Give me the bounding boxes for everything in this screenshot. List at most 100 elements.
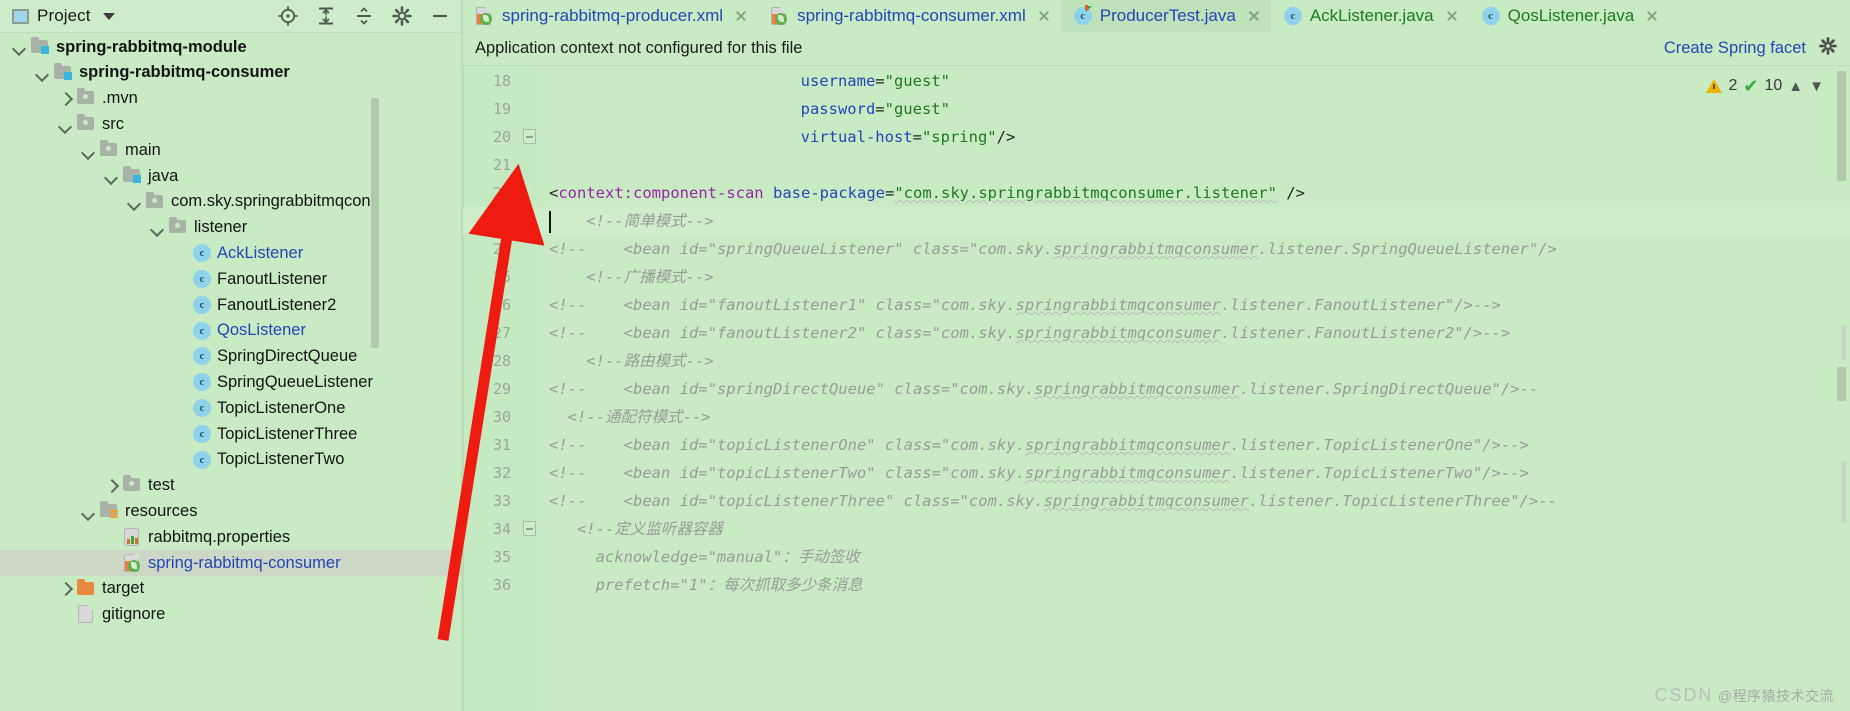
chevron-down-icon[interactable] <box>127 194 142 209</box>
code-line[interactable]: 20 virtual-host="spring"/> <box>463 123 1850 151</box>
editor-error-stripe-b[interactable] <box>1841 325 1846 360</box>
tree-item-mvn[interactable]: .mvn <box>0 86 461 112</box>
tree-item-springqueuelistener[interactable]: c SpringQueueListener <box>0 369 461 395</box>
code-line[interactable]: 28 <!--路由模式--> <box>463 347 1850 375</box>
project-tree[interactable]: spring-rabbitmq-module spring-rabbitmq-co… <box>0 33 461 627</box>
tree-item-acklistener[interactable]: c AckListener <box>0 240 461 266</box>
code-line[interactable]: 18 username="guest" <box>463 67 1850 95</box>
project-tree-scrollbar[interactable] <box>371 98 379 348</box>
editor-tab-label: spring-rabbitmq-consumer.xml <box>797 6 1026 25</box>
tree-item-spring-rabbitmq-consumer[interactable]: spring-rabbitmq-consumer <box>0 60 461 86</box>
tree-item-java[interactable]: java <box>0 163 461 189</box>
code-line[interactable]: 34 <!--定义监听器容器 <box>463 515 1850 543</box>
code-token: <!-- <bean id="springQueueListener" clas… <box>549 240 1053 258</box>
inspection-widget[interactable]: 2 ✔ 10 ▲ ▼ <box>1706 77 1824 95</box>
editor-error-stripe-a[interactable] <box>1841 462 1846 522</box>
code-line[interactable]: 22 <context:component-scan base-package="… <box>463 179 1850 207</box>
chevron-down-icon[interactable] <box>35 65 50 80</box>
close-icon[interactable] <box>734 9 748 23</box>
tree-item-com-sky-springrabbitmqcon[interactable]: com.sky.springrabbitmqcon <box>0 189 461 215</box>
tree-item-fanoutlistener2[interactable]: c FanoutListener2 <box>0 292 461 318</box>
close-icon[interactable] <box>1037 9 1051 23</box>
code-fold-icon[interactable] <box>523 129 536 144</box>
tree-item-topiclistenerone[interactable]: c TopicListenerOne <box>0 395 461 421</box>
tree-item-qoslistener[interactable]: c QosListener <box>0 318 461 344</box>
java-class-icon: c <box>190 424 212 444</box>
locate-icon[interactable] <box>277 5 299 27</box>
chevron-down-icon[interactable] <box>150 220 165 235</box>
expand-all-icon[interactable] <box>315 5 337 27</box>
tree-item-fanoutlistener[interactable]: c FanoutListener <box>0 266 461 292</box>
editor-tab-qoslistener-java[interactable]: c QosListener.java <box>1469 0 1670 32</box>
line-number: 19 <box>492 100 511 118</box>
tree-item-main[interactable]: main <box>0 137 461 163</box>
chevron-right-icon[interactable] <box>104 478 119 493</box>
code-line[interactable]: 32 <!-- <bean id="topicListenerTwo" class… <box>463 459 1850 487</box>
chevron-down-icon[interactable]: ▼ <box>1809 78 1824 95</box>
code-line[interactable]: 25 <!--广播模式--> <box>463 263 1850 291</box>
code-line[interactable]: 33 <!-- <bean id="topicListenerThree" cla… <box>463 487 1850 515</box>
tree-item-gitignore[interactable]: gitignore <box>0 602 461 628</box>
gear-icon[interactable] <box>391 5 413 27</box>
editor-tab-spring-rabbitmq-consumer-xml[interactable]: < spring-rabbitmq-consumer.xml <box>758 0 1061 32</box>
code-line[interactable]: 24 <!-- <bean id="springQueueListener" cl… <box>463 235 1850 263</box>
tree-item-spring-rabbitmq-module[interactable]: spring-rabbitmq-module <box>0 34 461 60</box>
tree-item-test[interactable]: test <box>0 473 461 499</box>
tree-item-springdirectqueue[interactable]: c SpringDirectQueue <box>0 344 461 370</box>
code-editor[interactable]: 18 username="guest" 19 password="guest" 20 vi… <box>463 67 1850 711</box>
tree-item-topiclistenerthree[interactable]: c TopicListenerThree <box>0 421 461 447</box>
code-line[interactable]: 21 <box>463 151 1850 179</box>
notification-message: Application context not configured for t… <box>475 39 803 57</box>
collapse-all-icon[interactable] <box>353 5 375 27</box>
code-line[interactable]: 31 <!-- <bean id="topicListenerOne" class… <box>463 431 1850 459</box>
chevron-down-icon[interactable] <box>12 39 27 54</box>
tree-item-listener[interactable]: listener <box>0 215 461 241</box>
code-token: "spring" <box>921 128 997 146</box>
editor-scrollbar-thumb[interactable] <box>1837 71 1846 181</box>
tree-item-label: spring-rabbitmq-module <box>56 37 247 56</box>
minimize-icon[interactable] <box>429 5 451 27</box>
close-icon[interactable] <box>1247 9 1261 23</box>
chevron-up-icon[interactable]: ▲ <box>1788 78 1803 95</box>
close-icon[interactable] <box>1445 9 1459 23</box>
tree-item-label: TopicListenerThree <box>217 424 358 443</box>
code-line[interactable]: 35 acknowledge="manual"：手动签收 <box>463 543 1850 571</box>
tree-item-label: SpringDirectQueue <box>217 347 358 366</box>
tree-item-src[interactable]: src <box>0 111 461 137</box>
tree-item-resources[interactable]: resources <box>0 498 461 524</box>
properties-file-icon <box>121 527 143 547</box>
code-line[interactable]: 19 password="guest" <box>463 95 1850 123</box>
code-lines-container[interactable]: 18 username="guest" 19 password="guest" 20 vi… <box>463 67 1850 711</box>
chevron-down-icon[interactable] <box>102 12 115 20</box>
code-line-text: prefetch="1"：每次抓取多少条消息 <box>596 571 863 599</box>
line-number: 31 <box>492 436 511 454</box>
tree-item-target[interactable]: target <box>0 576 461 602</box>
code-line[interactable]: 26 <!-- <bean id="fanoutListener1" class=… <box>463 291 1850 319</box>
chevron-down-icon[interactable] <box>81 504 96 519</box>
code-fold-icon[interactable] <box>523 521 536 536</box>
code-line[interactable]: 23 <!--简单模式--> <box>463 207 1850 235</box>
tree-item-spring-rabbitmq-consumer[interactable]: < spring-rabbitmq-consumer <box>0 549 461 576</box>
chevron-down-icon[interactable] <box>58 117 73 132</box>
editor-tab-spring-rabbitmq-producer-xml[interactable]: < spring-rabbitmq-producer.xml <box>463 0 758 32</box>
chevron-right-icon[interactable] <box>58 581 73 596</box>
editor-tab-producertest-java[interactable]: c ProducerTest.java <box>1060 0 1271 32</box>
create-spring-facet-link[interactable]: Create Spring facet <box>1664 39 1806 58</box>
code-line[interactable]: 27 <!-- <bean id="fanoutListener2" class=… <box>463 319 1850 347</box>
code-line[interactable]: 29 <!-- <bean id="springDirectQueue" clas… <box>463 375 1850 403</box>
editor-tab-label: AckListener.java <box>1309 6 1434 25</box>
editor-tab-acklistener-java[interactable]: c AckListener.java <box>1271 0 1469 32</box>
close-icon[interactable] <box>1645 9 1659 23</box>
gear-icon[interactable] <box>1818 36 1838 61</box>
chevron-right-icon[interactable] <box>58 91 73 106</box>
code-line-text: <!-- <bean id="topicListenerThree" class… <box>549 487 1557 515</box>
chevron-down-icon[interactable] <box>104 168 119 183</box>
tree-item-topiclistenertwo[interactable]: c TopicListenerTwo <box>0 447 461 473</box>
editor-scrollbar-mark[interactable] <box>1837 367 1846 401</box>
spring-bean-gutter-icon[interactable] <box>519 179 537 197</box>
code-line[interactable]: 36 prefetch="1"：每次抓取多少条消息 <box>463 571 1850 599</box>
tree-item-rabbitmq-properties[interactable]: rabbitmq.properties <box>0 524 461 550</box>
code-line[interactable]: 30 <!--通配符模式--> <box>463 403 1850 431</box>
chevron-down-icon[interactable] <box>81 143 96 158</box>
